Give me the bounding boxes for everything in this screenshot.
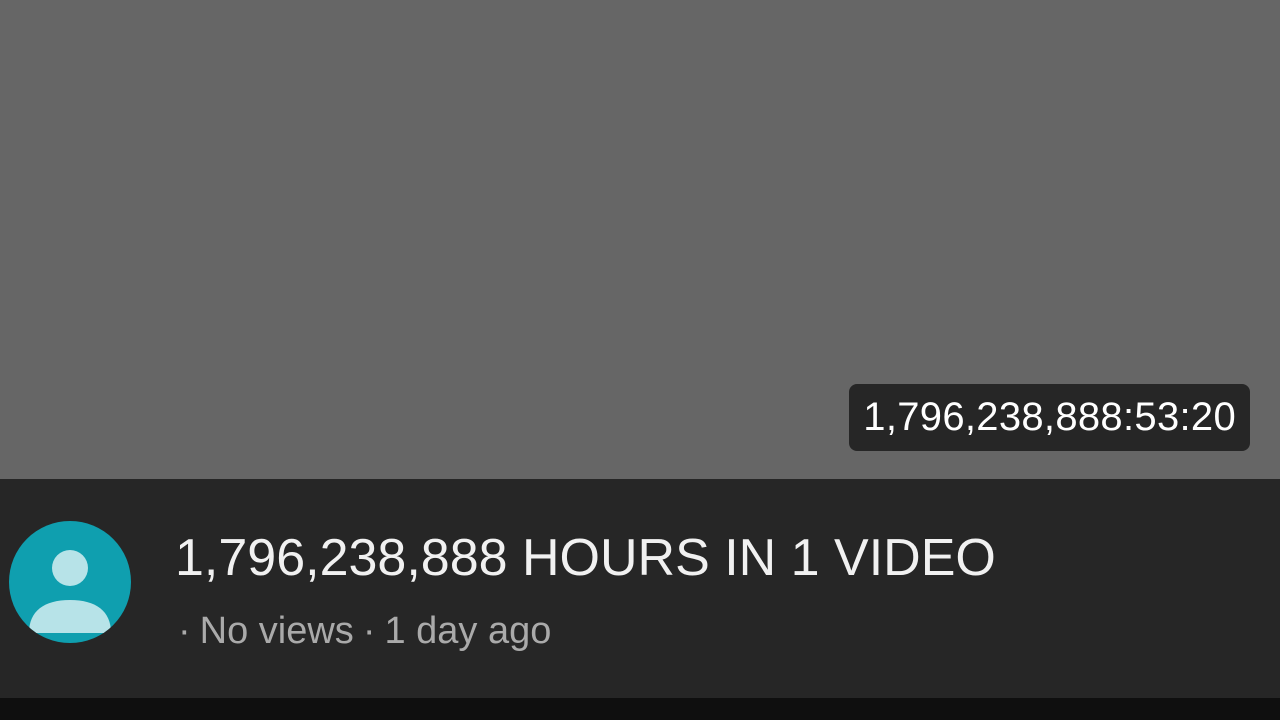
video-info-panel (0, 479, 1280, 698)
default-person-icon (29, 550, 111, 633)
bottom-divider (0, 698, 1280, 720)
video-title[interactable]: 1,796,238,888 HOURS IN 1 VIDEO (175, 528, 1255, 588)
channel-avatar[interactable] (9, 521, 131, 643)
metadata-separator: · (178, 610, 191, 652)
duration-badge: 1,796,238,888:53:20 (849, 384, 1250, 451)
metadata-separator: · (362, 610, 376, 652)
video-card[interactable]: 1,796,238,888:53:20 1,796,238,888 HOURS … (0, 0, 1280, 720)
upload-time: 1 day ago (384, 610, 552, 652)
view-count: No views (199, 610, 354, 652)
video-metadata: · No views · 1 day ago (178, 609, 551, 653)
